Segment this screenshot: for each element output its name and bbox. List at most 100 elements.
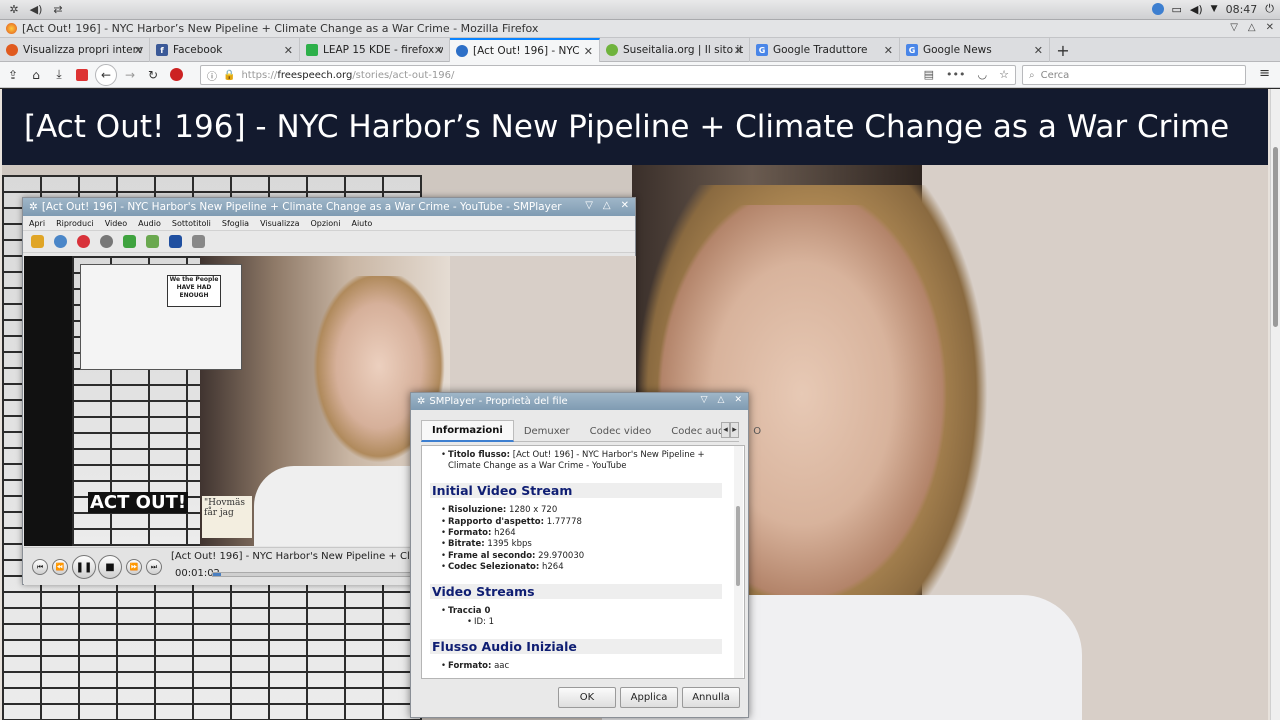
menu-sfoglia[interactable]: Sfoglia — [222, 219, 249, 228]
cartoon-poster-image: We the People HAVE HAD ENOUGH — [80, 264, 242, 370]
menu-audio[interactable]: Audio — [138, 219, 161, 228]
screenshot-icon[interactable] — [169, 235, 182, 248]
menu-sottotitoli[interactable]: Sottotitoli — [172, 219, 211, 228]
file-properties-dialog: ✲ SMPlayer - Proprietà del file ▽ △ ✕ In… — [410, 392, 761, 718]
close-tab-icon[interactable]: ✕ — [130, 44, 143, 57]
act-out-logo: ACT OUT! — [88, 492, 189, 513]
reader-view-icon[interactable]: ▤ — [924, 68, 934, 81]
smplayer-menubar: Apri Riproduci Video Audio Sottotitoli S… — [23, 216, 635, 231]
seek-bar[interactable] — [212, 572, 412, 577]
pause-button[interactable]: ❚❚ — [72, 555, 96, 579]
page-actions-icon[interactable]: ••• — [946, 68, 965, 81]
system-panel: ✲ ◀) ⇄ ▭ ◀) ▼ 08:47 ⏻ — [0, 0, 1280, 20]
prop-bitrate: Bitrate: 1395 kbps — [430, 539, 722, 551]
search-input[interactable]: ⌕ Cerca — [1022, 65, 1246, 85]
window-controls: ▽ △ ✕ — [701, 395, 742, 405]
stop-button[interactable]: ■ — [98, 555, 122, 579]
subtitles-icon[interactable] — [123, 235, 136, 248]
minimize-icon[interactable]: ▽ — [585, 200, 593, 211]
tab-2[interactable]: f Facebook ✕ — [150, 38, 300, 62]
tab-demuxer[interactable]: Demuxer — [514, 420, 580, 442]
translate-icon: G — [756, 44, 768, 56]
cancel-button[interactable]: Annulla — [682, 687, 740, 708]
screen-icon[interactable]: ▭ — [1172, 3, 1182, 16]
maximize-icon[interactable]: △ — [1248, 22, 1256, 33]
smplayer-app-icon: ✲ — [29, 201, 38, 213]
menu-visualizza[interactable]: Visualizza — [260, 219, 299, 228]
minimize-icon[interactable]: ▽ — [701, 395, 708, 405]
smplayer-toolbar — [23, 231, 635, 253]
adblock-icon[interactable] — [166, 65, 186, 85]
previous-icon[interactable]: ⏮ — [32, 559, 48, 575]
tab-scroll-right-icon[interactable]: ▸ — [730, 422, 739, 438]
menu-opzioni[interactable]: Opzioni — [310, 219, 340, 228]
minimize-icon[interactable]: ▽ — [1230, 22, 1238, 33]
system-tray: ▭ ◀) ▼ 08:47 ⏻ — [1151, 2, 1274, 16]
news-icon: G — [906, 44, 918, 56]
ok-button[interactable]: OK — [558, 687, 616, 708]
pocket-icon[interactable]: ◡ — [978, 68, 988, 81]
close-icon[interactable]: ✕ — [1266, 22, 1274, 33]
tab-1[interactable]: Visualizza propri interventi -✕ — [0, 38, 150, 62]
menu-video[interactable]: Video — [105, 219, 127, 228]
playlist-icon[interactable] — [192, 235, 205, 248]
tab-4[interactable]: [Act Out! 196] - NYC Ha ✕ — [450, 38, 600, 62]
info-icon[interactable]: ⓘ — [207, 68, 217, 83]
forward-button[interactable]: → — [120, 65, 140, 85]
kde-launcher-icon[interactable]: ✲ — [6, 2, 22, 18]
favorites-icon[interactable] — [77, 235, 90, 248]
tab-informazioni[interactable]: Informazioni — [421, 420, 514, 442]
close-tab-icon[interactable]: ✕ — [579, 44, 593, 58]
info-panel[interactable]: Titolo flusso: [Act Out! 196] - NYC Harb… — [421, 445, 745, 679]
close-tab-icon[interactable]: ✕ — [280, 44, 293, 57]
hamburger-menu-icon[interactable]: ≡ — [1259, 66, 1270, 81]
tab-7[interactable]: G Google News ✕ — [900, 38, 1050, 62]
apply-button[interactable]: Applica — [620, 687, 678, 708]
clock[interactable]: 08:47 — [1226, 3, 1258, 16]
close-icon[interactable]: ✕ — [621, 200, 629, 211]
new-tab-button[interactable]: + — [1050, 38, 1076, 62]
media-icon[interactable] — [1151, 3, 1164, 15]
tab-5[interactable]: Suseitalia.org | Il sito italian✕ — [600, 38, 750, 62]
scrollbar-thumb[interactable] — [1273, 147, 1278, 327]
tab-scroll-left-icon[interactable]: ◂ — [721, 422, 730, 438]
volume-icon[interactable]: ◀) — [1190, 3, 1203, 16]
rewind-icon[interactable]: ⏪ — [52, 559, 68, 575]
menu-apri[interactable]: Apri — [29, 219, 45, 228]
tab-codec-video[interactable]: Codec video — [580, 420, 662, 442]
url-actions: ▤ ••• ◡ ☆ — [924, 68, 1009, 81]
next-icon[interactable]: ⏭ — [146, 559, 162, 575]
equalizer-icon[interactable] — [146, 235, 159, 248]
close-tab-icon[interactable]: ✕ — [880, 44, 893, 57]
info-scrollbar[interactable] — [734, 446, 743, 678]
reload-button[interactable]: ↻ — [143, 65, 163, 85]
share-icon[interactable]: ⇪ — [3, 65, 23, 85]
tab-other[interactable]: O — [743, 420, 783, 442]
maximize-icon[interactable]: △ — [718, 395, 725, 405]
page-scrollbar[interactable] — [1270, 89, 1280, 720]
menu-riproduci[interactable]: Riproduci — [56, 219, 94, 228]
tray-expand-icon[interactable]: ▼ — [1211, 4, 1218, 14]
bookmark-star-icon[interactable]: ☆ — [999, 68, 1009, 81]
close-tab-icon[interactable]: ✕ — [430, 44, 443, 57]
tab-3[interactable]: LEAP 15 KDE - firefox vide✕ — [300, 38, 450, 62]
tab-6[interactable]: G Google Traduttore ✕ — [750, 38, 900, 62]
back-button[interactable]: ← — [95, 63, 117, 86]
url-bar[interactable]: ⓘ 🔒 https://freespeech.org/stories/act-o… — [200, 65, 1016, 85]
addon-icon[interactable] — [72, 65, 92, 85]
info-scrollbar-thumb[interactable] — [736, 506, 740, 586]
forward-icon[interactable]: ⏩ — [126, 559, 142, 575]
close-tab-icon[interactable]: ✕ — [1030, 44, 1043, 57]
close-icon[interactable]: ✕ — [734, 395, 742, 405]
speaker-icon[interactable]: ◀) — [28, 2, 44, 18]
maximize-icon[interactable]: △ — [603, 200, 611, 211]
power-icon[interactable]: ⏻ — [1265, 2, 1274, 16]
downloads-icon[interactable]: ⤓ — [49, 65, 69, 85]
menu-aiuto[interactable]: Aiuto — [351, 219, 372, 228]
open-folder-icon[interactable] — [31, 235, 44, 248]
home-icon[interactable]: ⌂ — [26, 65, 46, 85]
globe-icon[interactable] — [54, 235, 67, 248]
close-tab-icon[interactable]: ✕ — [730, 44, 743, 57]
disc-icon[interactable] — [100, 235, 113, 248]
network-icon[interactable]: ⇄ — [50, 2, 66, 18]
